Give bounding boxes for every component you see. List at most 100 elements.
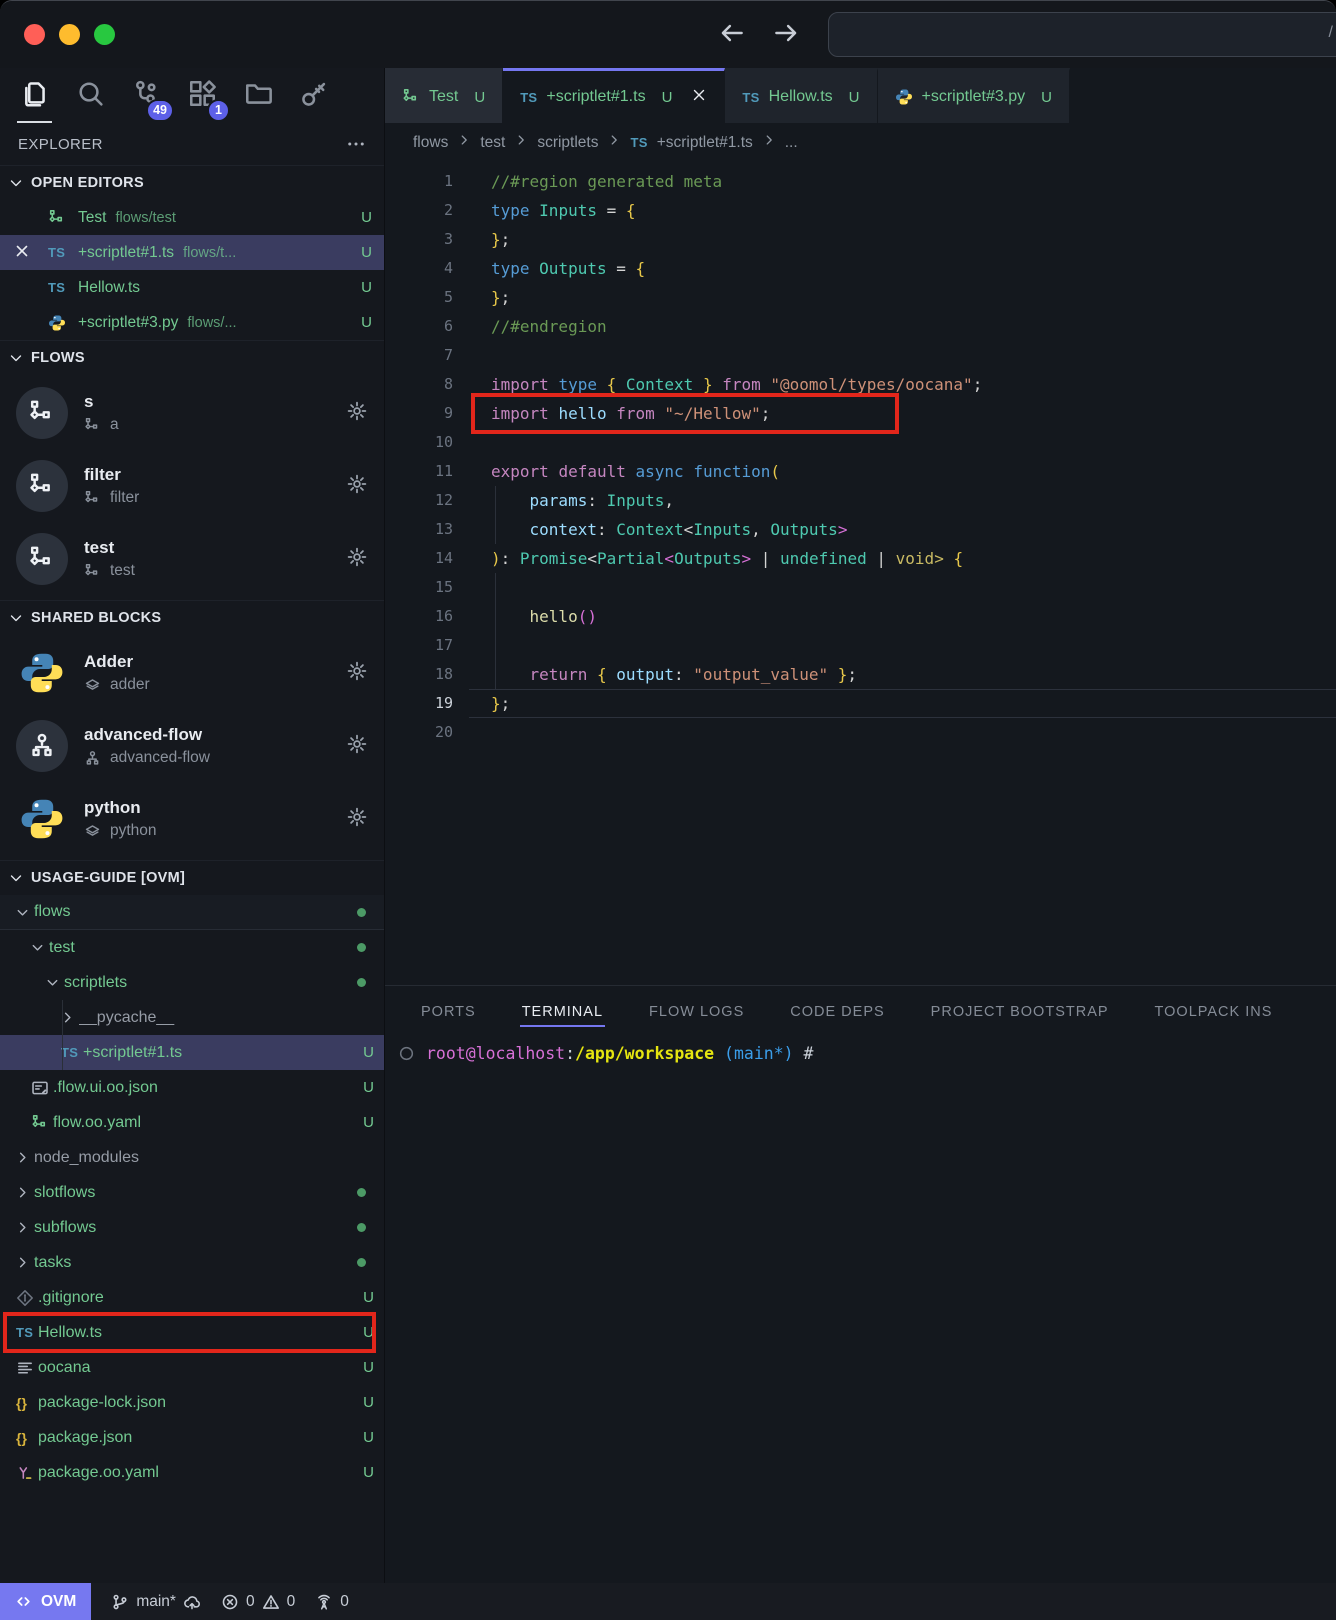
branch-status[interactable]: main* bbox=[111, 1593, 201, 1611]
item-subtitle: test bbox=[84, 562, 330, 580]
shared-block-item[interactable]: advanced-flowadvanced-flow bbox=[0, 714, 384, 778]
open-editor-item[interactable]: +scriptlet#3.pyflows/...U bbox=[0, 305, 384, 340]
git-status-badge: U bbox=[361, 209, 372, 226]
open-editor-item[interactable]: TS+scriptlet#1.tsflows/t...U bbox=[0, 235, 384, 270]
tree-item[interactable]: flow.oo.yamlU bbox=[0, 1105, 384, 1140]
zoom-window-button[interactable] bbox=[94, 24, 115, 45]
code-line[interactable]: 14): Promise<Partial<Outputs> | undefine… bbox=[385, 544, 1336, 573]
activity-item-key[interactable] bbox=[300, 79, 329, 113]
breadcrumb-item[interactable]: test bbox=[480, 134, 505, 152]
forward-arrow-icon[interactable] bbox=[772, 19, 800, 47]
breadcrumb-item[interactable]: flows bbox=[413, 134, 448, 152]
code-line[interactable]: 16 hello() bbox=[385, 602, 1336, 631]
flow-item[interactable]: filterfilter bbox=[0, 454, 384, 518]
close-window-button[interactable] bbox=[24, 24, 45, 45]
open-editors-header[interactable]: OPEN EDITORS bbox=[0, 166, 384, 200]
code-line[interactable]: 3}; bbox=[385, 225, 1336, 254]
panel-tab-project-bootstrap[interactable]: PROJECT BOOTSTRAP bbox=[931, 1004, 1109, 1020]
code-line[interactable]: 11export default async function( bbox=[385, 457, 1336, 486]
py-icon bbox=[895, 88, 913, 106]
code-line[interactable]: 18 return { output: "output_value" }; bbox=[385, 660, 1336, 689]
shared-block-item[interactable]: pythonpython bbox=[0, 787, 384, 851]
editor-tab--scriptlet-1-ts[interactable]: TS+scriptlet#1.tsU bbox=[503, 68, 725, 123]
shared-block-header[interactable]: SHARED BLOCKS bbox=[0, 601, 384, 635]
tree-item[interactable]: flows bbox=[0, 895, 384, 930]
line-number: 15 bbox=[385, 573, 453, 602]
back-arrow-icon[interactable] bbox=[718, 19, 746, 47]
editor-tab-hellow-ts[interactable]: TSHellow.tsU bbox=[725, 68, 877, 123]
gear-icon[interactable] bbox=[346, 806, 368, 832]
code-line[interactable]: 15 bbox=[385, 573, 1336, 602]
tree-item[interactable]: TSHellow.tsU bbox=[0, 1315, 384, 1350]
tree-item[interactable]: subflows bbox=[0, 1210, 384, 1245]
gear-icon[interactable] bbox=[346, 546, 368, 572]
tree-item[interactable]: tasks bbox=[0, 1245, 384, 1280]
code-editor[interactable]: 1//#region generated meta2type Inputs = … bbox=[385, 162, 1336, 985]
open-editor-item[interactable]: TSHellow.tsU bbox=[0, 270, 384, 305]
activity-item-blocks[interactable]: 1 bbox=[188, 79, 217, 113]
gear-icon[interactable] bbox=[346, 733, 368, 759]
activity-item-flow-graph[interactable]: 49 bbox=[132, 79, 161, 113]
tree-item[interactable]: package.oo.yamlU bbox=[0, 1455, 384, 1490]
panel-tab-code-deps[interactable]: CODE DEPS bbox=[790, 1004, 884, 1020]
tree-item[interactable]: slotflows bbox=[0, 1175, 384, 1210]
editor-tab-test[interactable]: TestU bbox=[385, 68, 503, 123]
gear-icon[interactable] bbox=[346, 473, 368, 499]
gear-icon[interactable] bbox=[346, 660, 368, 686]
tree-item[interactable]: node_modules bbox=[0, 1140, 384, 1175]
folder-icon bbox=[244, 79, 273, 108]
code-line[interactable]: 8import type { Context } from "@oomol/ty… bbox=[385, 370, 1336, 399]
tree-item[interactable]: __pycache__ bbox=[0, 1000, 384, 1035]
panel-tab-ports[interactable]: PORTS bbox=[421, 1004, 476, 1020]
code-text: import hello from "~/Hellow"; bbox=[453, 399, 770, 428]
tree-item[interactable]: .gitignoreU bbox=[0, 1280, 384, 1315]
tree-item[interactable]: .flow.ui.oo.jsonU bbox=[0, 1070, 384, 1105]
tree-item[interactable]: scriptlets bbox=[0, 965, 384, 1000]
code-line[interactable]: 13 context: Context<Inputs, Outputs> bbox=[385, 515, 1336, 544]
breadcrumb-file[interactable]: +scriptlet#1.ts bbox=[657, 134, 753, 152]
ellipsis-icon[interactable] bbox=[346, 134, 366, 154]
gear-icon[interactable] bbox=[346, 400, 368, 426]
code-line[interactable]: 10 bbox=[385, 428, 1336, 457]
code-line[interactable]: 4type Outputs = { bbox=[385, 254, 1336, 283]
terminal[interactable]: root@localhost:/app/workspace (main*) # bbox=[385, 1044, 1336, 1063]
editor-tab--scriptlet-3-py[interactable]: +scriptlet#3.pyU bbox=[878, 68, 1070, 123]
code-line[interactable]: 2type Inputs = { bbox=[385, 196, 1336, 225]
code-line[interactable]: 19}; bbox=[385, 689, 1336, 718]
breadcrumb-overflow[interactable]: ... bbox=[785, 134, 798, 152]
tree-item[interactable]: oocanaU bbox=[0, 1350, 384, 1385]
flow-item[interactable]: sa bbox=[0, 381, 384, 445]
code-line[interactable]: 7 bbox=[385, 341, 1336, 370]
tree-item[interactable]: {}package.jsonU bbox=[0, 1420, 384, 1455]
panel-tab-flow-logs[interactable]: FLOW LOGS bbox=[649, 1004, 744, 1020]
shared-block-item[interactable]: Adderadder bbox=[0, 641, 384, 705]
command-center-search-input[interactable]: / bbox=[828, 12, 1336, 57]
flow-header[interactable]: FLOWS bbox=[0, 341, 384, 375]
usage-guide-header[interactable]: USAGE-GUIDE [OVM] bbox=[0, 861, 384, 895]
code-line[interactable]: 5}; bbox=[385, 283, 1336, 312]
code-line[interactable]: 6//#endregion bbox=[385, 312, 1336, 341]
remote-indicator[interactable]: OVM bbox=[0, 1583, 91, 1620]
code-line[interactable]: 12 params: Inputs, bbox=[385, 486, 1336, 515]
tree-item[interactable]: test bbox=[0, 930, 384, 965]
panel-tab-toolpack-ins[interactable]: TOOLPACK INS bbox=[1155, 1004, 1273, 1020]
problems-status[interactable]: 00 bbox=[221, 1593, 295, 1611]
code-line[interactable]: 17 bbox=[385, 631, 1336, 660]
activity-item-folder[interactable] bbox=[244, 79, 273, 113]
activity-item-search[interactable] bbox=[76, 79, 105, 113]
close-icon[interactable] bbox=[14, 243, 48, 263]
minimize-window-button[interactable] bbox=[59, 24, 80, 45]
open-editor-item[interactable]: Testflows/testU bbox=[0, 200, 384, 235]
code-line[interactable]: 9import hello from "~/Hellow"; bbox=[385, 399, 1336, 428]
tree-item[interactable]: {}package-lock.jsonU bbox=[0, 1385, 384, 1420]
panel-tab-terminal[interactable]: TERMINAL bbox=[522, 1004, 603, 1020]
breadcrumb-item[interactable]: scriptlets bbox=[537, 134, 598, 152]
code-line[interactable]: 1//#region generated meta bbox=[385, 167, 1336, 196]
close-icon[interactable] bbox=[691, 87, 707, 108]
breadcrumb[interactable]: flowstestscriptletsTS+scriptlet#1.ts... bbox=[385, 123, 1336, 162]
activity-item-files[interactable] bbox=[20, 79, 49, 113]
ports-status[interactable]: 0 bbox=[315, 1593, 349, 1611]
tree-item[interactable]: TS+scriptlet#1.tsU bbox=[0, 1035, 384, 1070]
flow-item[interactable]: testtest bbox=[0, 527, 384, 591]
code-line[interactable]: 20 bbox=[385, 718, 1336, 747]
